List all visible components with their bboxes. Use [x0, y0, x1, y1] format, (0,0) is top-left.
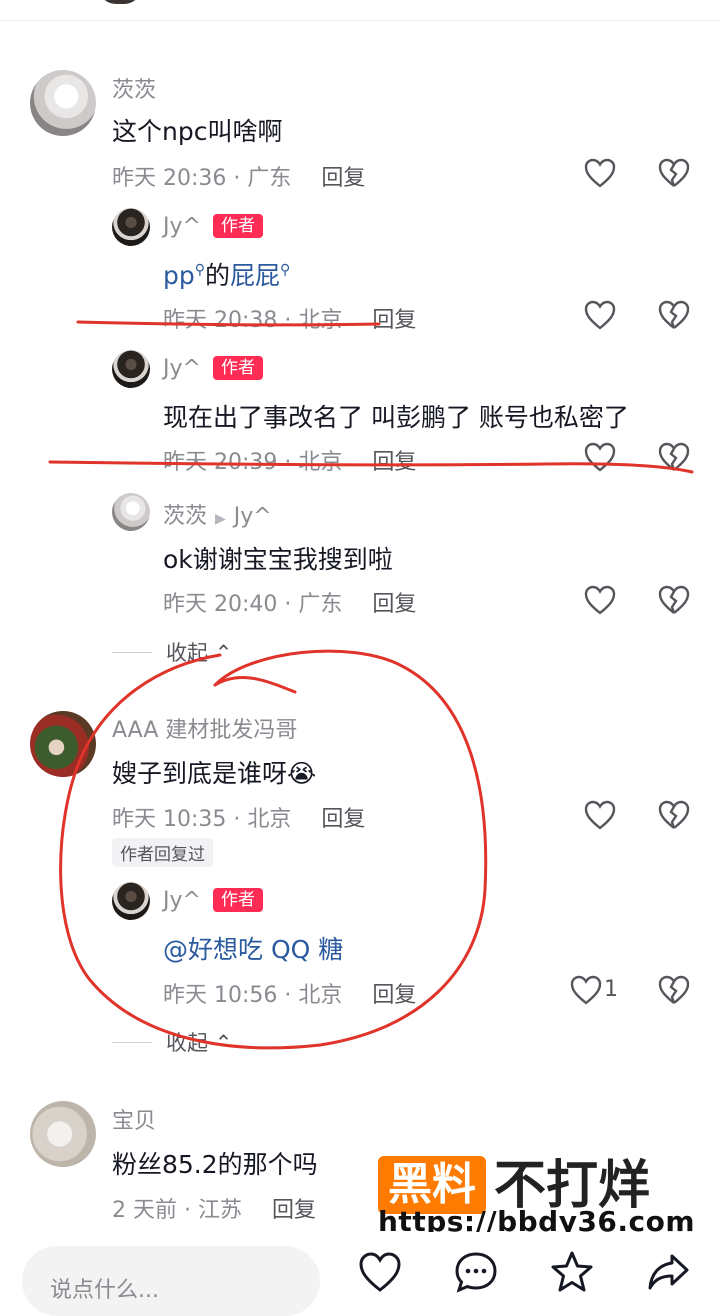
avatar[interactable] — [112, 350, 150, 388]
divider — [112, 1042, 152, 1043]
bottom-action-bar: 说点什么... — [0, 1232, 720, 1316]
dislike-icon[interactable] — [658, 975, 690, 1005]
dislike-icon[interactable] — [658, 585, 690, 615]
like-icon[interactable] — [584, 300, 616, 330]
comment-text: 这个npc叫啥啊 — [112, 117, 283, 146]
reply-arrow-icon: ▶ — [215, 511, 226, 527]
like-icon[interactable] — [584, 800, 616, 830]
reply-time: 昨天 20:38 · 北京 — [163, 308, 343, 333]
comment-input[interactable]: 说点什么... — [22, 1246, 320, 1316]
comment-placeholder: 说点什么... — [50, 1278, 159, 1303]
collapse-replies-button[interactable]: 收起 ⌃ — [112, 637, 232, 667]
reply-time: 昨天 20:40 · 广东 — [163, 592, 343, 617]
comment-username[interactable]: 宝贝 — [112, 1103, 156, 1135]
reply-to-username[interactable]: Jy^ — [234, 504, 272, 529]
reply-meta: 昨天 20:38 · 北京 回复 — [163, 302, 416, 334]
comment-meta: 昨天 20:36 · 广东 回复 — [112, 160, 365, 192]
share-icon[interactable] — [646, 1250, 690, 1294]
comment-icon[interactable] — [454, 1250, 498, 1294]
comment-time: 昨天 20:36 · 广东 — [112, 166, 292, 191]
star-icon[interactable] — [550, 1250, 594, 1294]
reply-text-part: 的 — [205, 261, 231, 290]
comment-meta: 2 天前 · 江苏 回复 — [112, 1192, 316, 1224]
username[interactable]: Jy^ — [163, 888, 201, 913]
author-badge: 作者 — [212, 888, 263, 912]
reply-username: Jy^ 作者 — [163, 356, 263, 381]
username[interactable]: Jy^ — [163, 356, 201, 381]
author-badge: 作者 — [212, 356, 263, 380]
reply-meta: 昨天 20:39 · 北京 回复 — [163, 444, 416, 476]
reply-username: Jy^ 作者 — [163, 214, 263, 239]
comment-text: 粉丝85.2的那个吗 — [112, 1150, 318, 1179]
reply-button[interactable]: 回复 — [321, 807, 365, 832]
author-replied-badge: 作者回复过 — [112, 838, 213, 867]
comment-time: 2 天前 · 江苏 — [112, 1198, 242, 1223]
like-count: 1 — [604, 977, 618, 1002]
comment-text: 嫂子到底是谁呀😭 — [112, 759, 317, 788]
watermark-logo: 黑料 不打烊 — [378, 1143, 650, 1216]
chevron-up-icon: ⌃ — [214, 641, 233, 665]
search-link[interactable]: 屁屁 — [230, 261, 280, 290]
avatar[interactable] — [98, 0, 142, 4]
reply-meta: 昨天 10:56 · 北京 回复 — [163, 977, 416, 1009]
search-icon[interactable]: ⚲ — [195, 262, 205, 278]
reply-time: 昨天 10:56 · 北京 — [163, 983, 343, 1008]
reply-username: 茨茨 ▶ Jy^ — [163, 498, 272, 530]
username[interactable]: 茨茨 — [163, 504, 207, 529]
reply-meta: 昨天 20:40 · 广东 回复 — [163, 586, 416, 618]
reply-button[interactable]: 回复 — [272, 1198, 316, 1223]
avatar[interactable] — [30, 711, 96, 777]
reply-text: pp⚲的屁屁⚲ — [163, 256, 290, 292]
collapse-label: 收起 — [166, 641, 208, 665]
reply-button[interactable]: 回复 — [372, 308, 416, 333]
username[interactable]: Jy^ — [163, 214, 201, 239]
dislike-icon[interactable] — [658, 800, 690, 830]
reply-text: @好想吃 QQ 糖 — [163, 930, 343, 966]
dislike-icon[interactable] — [658, 300, 690, 330]
dislike-icon[interactable] — [658, 158, 690, 188]
divider — [0, 20, 720, 21]
avatar[interactable] — [30, 1101, 96, 1167]
comment-username[interactable]: 茨茨 — [112, 72, 156, 104]
collapse-replies-button[interactable]: 收起 ⌃ — [112, 1027, 232, 1057]
dislike-icon[interactable] — [658, 442, 690, 472]
reply-text: 现在出了事改名了 叫彭鹏了 账号也私密了 — [163, 403, 629, 432]
avatar[interactable] — [112, 493, 150, 531]
reply-time: 昨天 20:39 · 北京 — [163, 450, 343, 475]
like-icon[interactable] — [584, 585, 616, 615]
comment-username[interactable]: AAA 建材批发冯哥 — [112, 712, 297, 744]
reply-button[interactable]: 回复 — [321, 166, 365, 191]
reply-username: Jy^ 作者 — [163, 888, 263, 913]
like-icon[interactable] — [584, 158, 616, 188]
like-icon[interactable] — [584, 442, 616, 472]
like-icon[interactable] — [358, 1250, 402, 1294]
mention-link[interactable]: @好想吃 QQ 糖 — [163, 935, 343, 964]
author-badge: 作者 — [212, 214, 263, 238]
reply-text: ok谢谢宝宝我搜到啦 — [163, 545, 393, 574]
like-icon[interactable] — [570, 975, 602, 1005]
reply-button[interactable]: 回复 — [372, 450, 416, 475]
search-icon[interactable]: ⚲ — [280, 262, 290, 278]
comment-meta: 昨天 10:35 · 北京 回复 — [112, 801, 365, 833]
comment-time: 昨天 10:35 · 北京 — [112, 807, 292, 832]
divider — [112, 652, 152, 653]
search-link[interactable]: pp — [163, 261, 195, 290]
avatar[interactable] — [112, 208, 150, 246]
collapse-label: 收起 — [166, 1031, 208, 1055]
reply-button[interactable]: 回复 — [372, 592, 416, 617]
avatar[interactable] — [112, 882, 150, 920]
chevron-up-icon: ⌃ — [214, 1031, 233, 1055]
avatar[interactable] — [30, 70, 96, 136]
reply-button[interactable]: 回复 — [372, 983, 416, 1008]
